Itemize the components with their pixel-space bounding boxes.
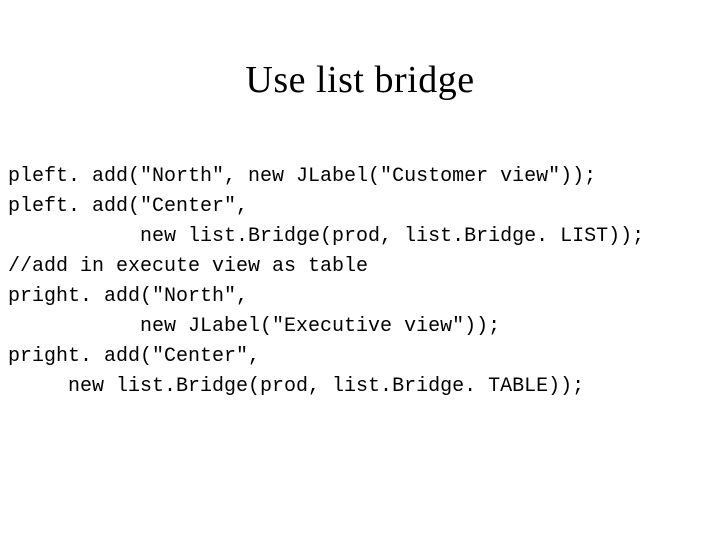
code-line: pright. add("North", [8,285,248,308]
slide-title: Use list bridge [0,0,720,132]
code-line: pleft. add("Center", [8,195,248,218]
code-line: pleft. add("North", new JLabel("Customer… [8,165,596,188]
code-line: new JLabel("Executive view")); [8,315,500,338]
code-line: new list.Bridge(prod, list.Bridge. LIST)… [8,225,644,248]
code-block: pleft. add("North", new JLabel("Customer… [0,132,720,402]
code-line: pright. add("Center", [8,345,260,368]
slide: Use list bridge pleft. add("North", new … [0,0,720,540]
code-line: //add in execute view as table [8,255,368,278]
code-line: new list.Bridge(prod, list.Bridge. TABLE… [8,375,584,398]
